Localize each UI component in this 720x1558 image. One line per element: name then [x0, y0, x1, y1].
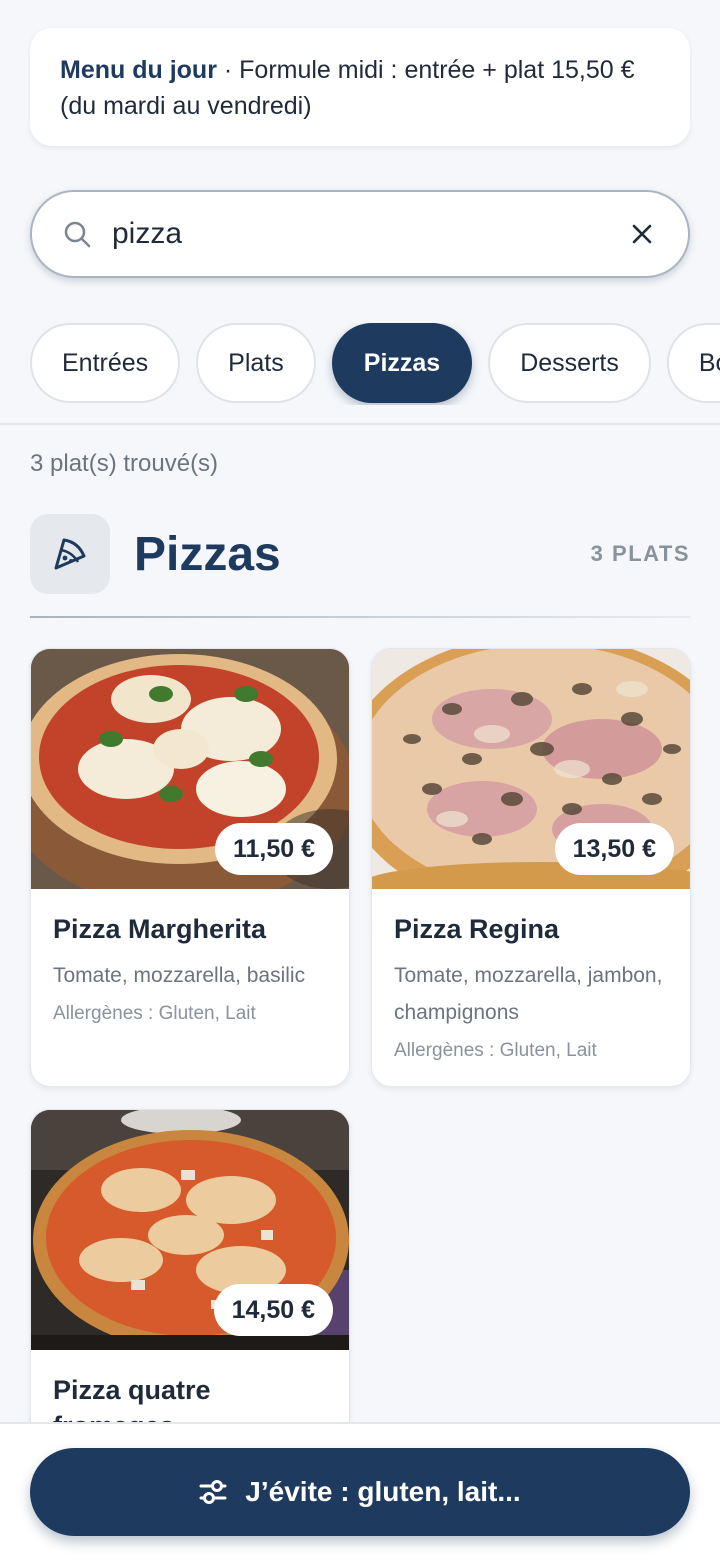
- tabs-divider: [0, 423, 720, 425]
- section-divider: [30, 616, 690, 618]
- section-title: Pizzas: [134, 527, 281, 581]
- dish-allergens: Allergènes : Gluten, Lait: [53, 1003, 256, 1024]
- sliders-icon: [199, 1478, 227, 1506]
- tab-plats[interactable]: Plats: [196, 323, 316, 403]
- price-badge: 14,50 €: [213, 1284, 333, 1336]
- tab-desserts[interactable]: Desserts: [488, 323, 651, 403]
- section-header: Pizzas 3 PLATS: [30, 513, 690, 595]
- dish-name: Pizza Margherita: [53, 914, 267, 944]
- tab-boissons[interactable]: Boissons: [666, 323, 720, 403]
- search-bar: [30, 190, 690, 278]
- dish-card-margherita[interactable]: 11,50 € Pizza Margherita Tomate, mozzare…: [30, 648, 350, 1087]
- price-badge: 13,50 €: [554, 823, 674, 875]
- dish-description: Tomate, mozzarella, jambon, champignons: [394, 964, 663, 1024]
- dish-photo: 13,50 €: [372, 649, 690, 889]
- allergen-filter-button[interactable]: J’évite : gluten, lait...: [30, 1448, 690, 1536]
- bottom-bar: J’évite : gluten, lait...: [0, 1422, 720, 1558]
- section-count: 3 PLATS: [590, 541, 690, 566]
- banner-title: Menu du jour: [60, 56, 217, 84]
- dish-description: Tomate, mozzarella, basilic: [53, 964, 306, 987]
- pizza-slice-icon: [30, 514, 110, 594]
- dish-card-quatre-fromages[interactable]: 14,50 € Pizza quatre fromages: [30, 1109, 350, 1469]
- search-input[interactable]: [112, 204, 626, 264]
- menu-du-jour-banner: Menu du jour · Formule midi : entrée + p…: [30, 28, 690, 146]
- results-count: 3 plat(s) trouvé(s): [30, 450, 219, 477]
- dish-allergens: Allergènes : Gluten, Lait: [394, 1040, 597, 1061]
- dish-name: Pizza Regina: [394, 914, 560, 944]
- dish-photo: 14,50 €: [31, 1110, 349, 1350]
- clear-search-icon[interactable]: [626, 218, 658, 250]
- filter-label: J’évite : gluten, lait...: [245, 1476, 521, 1507]
- search-icon: [62, 219, 92, 249]
- price-badge: 11,50 €: [214, 823, 333, 875]
- category-tabs: Entrées Plats Pizzas Desserts Boissons: [30, 323, 720, 405]
- dish-photo: 11,50 €: [31, 649, 349, 889]
- banner-separator: ·: [216, 56, 240, 84]
- tab-entrees[interactable]: Entrées: [30, 323, 181, 403]
- dish-card-regina[interactable]: 13,50 € Pizza Regina Tomate, mozzarella,…: [371, 648, 691, 1087]
- tab-pizzas[interactable]: Pizzas: [331, 323, 473, 403]
